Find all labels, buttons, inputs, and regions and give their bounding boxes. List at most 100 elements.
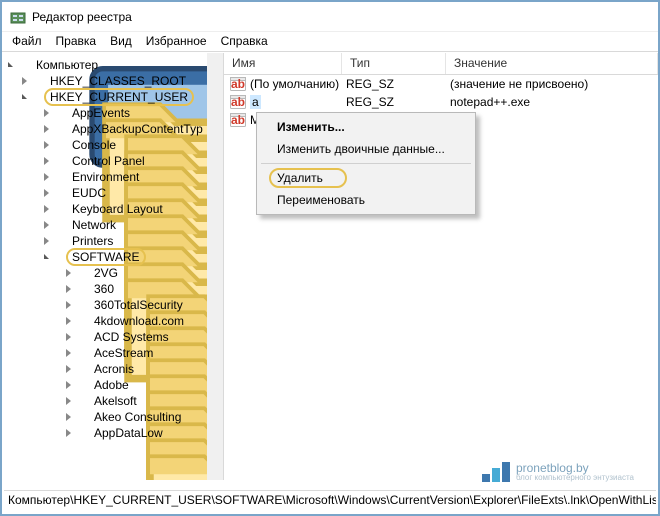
cell-name: (По умолчанию): [250, 77, 346, 91]
tree-expander-icon[interactable]: [40, 203, 52, 215]
tree-expander-icon[interactable]: [40, 139, 52, 151]
folder-icon: [75, 394, 91, 408]
tree-label: 4kdownload.com: [94, 313, 184, 329]
tree-l3-0[interactable]: 2VG: [2, 265, 223, 281]
tree-l3-10[interactable]: AppDataLow: [2, 425, 223, 441]
list-header: Имя Тип Значение: [224, 53, 658, 75]
reg-string-icon: [230, 76, 246, 92]
tree-expander-icon[interactable]: [62, 331, 74, 343]
menu-favorites[interactable]: Избранное: [146, 34, 207, 51]
tree-l2-9[interactable]: SOFTWARE: [2, 249, 223, 265]
tree-l3-2[interactable]: 360TotalSecurity: [2, 297, 223, 313]
menu-file[interactable]: Файл: [12, 34, 42, 51]
watermark: pronetblog.by блог компьютерного энтузиа…: [482, 461, 634, 482]
folder-icon: [31, 74, 47, 88]
cm-delete[interactable]: Удалить: [259, 167, 473, 189]
tree-label: Akelsoft: [94, 393, 137, 409]
cm-modify-binary[interactable]: Изменить двоичные данные...: [259, 138, 473, 160]
folder-icon: [53, 170, 69, 184]
folder-icon: [53, 106, 69, 120]
tree-label: 360: [94, 281, 114, 297]
tree-l3-6[interactable]: Acronis: [2, 361, 223, 377]
tree-root-computer[interactable]: Компьютер: [2, 57, 223, 73]
folder-icon: [53, 154, 69, 168]
tree-label: HKEY_CLASSES_ROOT: [50, 73, 186, 89]
menu-edit[interactable]: Правка: [56, 34, 97, 51]
tree-label: SOFTWARE: [72, 249, 140, 265]
folder-icon: [75, 362, 91, 376]
tree-l3-3[interactable]: 4kdownload.com: [2, 313, 223, 329]
tree-l3-1[interactable]: 360: [2, 281, 223, 297]
folder-icon: [75, 378, 91, 392]
tree-expander-icon[interactable]: [62, 395, 74, 407]
header-type[interactable]: Тип: [342, 53, 446, 74]
tree-expander-icon[interactable]: [62, 299, 74, 311]
folder-icon: [75, 330, 91, 344]
tree-l3-4[interactable]: ACD Systems: [2, 329, 223, 345]
tree-expander-icon[interactable]: [62, 315, 74, 327]
tree-scrollbar[interactable]: [207, 53, 223, 480]
tree-hkcr[interactable]: HKEY_CLASSES_ROOT: [2, 73, 223, 89]
tree-expander-icon[interactable]: [40, 251, 52, 263]
computer-icon: [17, 58, 33, 72]
tree-expander-icon[interactable]: [62, 427, 74, 439]
tree-label: Environment: [72, 169, 139, 185]
cell-value: notepad++.exe: [450, 95, 530, 109]
tree-l3-8[interactable]: Akelsoft: [2, 393, 223, 409]
tree-expander-icon[interactable]: [4, 59, 16, 71]
tree-hkcu[interactable]: HKEY_CURRENT_USER: [2, 89, 223, 105]
menu-view[interactable]: Вид: [110, 34, 132, 51]
tree-label: Akeo Consulting: [94, 409, 181, 425]
folder-icon: [75, 298, 91, 312]
tree-label: HKEY_CURRENT_USER: [50, 89, 188, 105]
folder-icon: [53, 186, 69, 200]
tree-label: Printers: [72, 233, 113, 249]
tree-expander-icon[interactable]: [40, 155, 52, 167]
folder-icon: [53, 250, 69, 264]
tree-label: AceStream: [94, 345, 153, 361]
tree-label: 2VG: [94, 265, 118, 281]
list-row[interactable]: aREG_SZnotepad++.exe: [224, 93, 658, 111]
tree-label: Network: [72, 217, 116, 233]
tree-label: AppDataLow: [94, 425, 163, 441]
statusbar: Компьютер\HKEY_CURRENT_USER\SOFTWARE\Mic…: [4, 490, 656, 510]
tree-l3-9[interactable]: Akeo Consulting: [2, 409, 223, 425]
tree-expander-icon[interactable]: [18, 91, 30, 103]
cell-value: (значение не присвоено): [450, 77, 588, 91]
context-menu: Изменить... Изменить двоичные данные... …: [256, 112, 476, 215]
tree-expander-icon[interactable]: [18, 75, 30, 87]
tree-expander-icon[interactable]: [62, 347, 74, 359]
tree-expander-icon[interactable]: [40, 219, 52, 231]
tree-label: Компьютер: [36, 57, 98, 73]
tree-expander-icon[interactable]: [40, 123, 52, 135]
folder-icon: [53, 202, 69, 216]
tree-label: AppEvents: [72, 105, 130, 121]
cm-rename[interactable]: Переименовать: [259, 189, 473, 211]
tree-expander-icon[interactable]: [62, 363, 74, 375]
tree-expander-icon[interactable]: [40, 187, 52, 199]
tree-expander-icon[interactable]: [40, 171, 52, 183]
tree-expander-icon[interactable]: [62, 267, 74, 279]
window-title: Редактор реестра: [32, 10, 132, 24]
tree-label: EUDC: [72, 185, 106, 201]
tree-l3-5[interactable]: AceStream: [2, 345, 223, 361]
tree-expander-icon[interactable]: [62, 411, 74, 423]
tree-expander-icon[interactable]: [40, 235, 52, 247]
cm-modify[interactable]: Изменить...: [259, 116, 473, 138]
tree-l3-7[interactable]: Adobe: [2, 377, 223, 393]
reg-string-icon: [230, 112, 246, 128]
folder-icon: [75, 266, 91, 280]
header-value[interactable]: Значение: [446, 53, 658, 74]
titlebar: Редактор реестра: [2, 2, 658, 32]
header-name[interactable]: Имя: [224, 53, 342, 74]
tree-label: Console: [72, 137, 116, 153]
list-row[interactable]: (По умолчанию)REG_SZ(значение не присвое…: [224, 75, 658, 93]
tree-expander-icon[interactable]: [62, 379, 74, 391]
tree-expander-icon[interactable]: [62, 283, 74, 295]
tree-label: Acronis: [94, 361, 134, 377]
folder-icon: [53, 122, 69, 136]
tree-label: Control Panel: [72, 153, 145, 169]
cell-type: REG_SZ: [346, 77, 450, 91]
menu-help[interactable]: Справка: [221, 34, 268, 51]
tree-expander-icon[interactable]: [40, 107, 52, 119]
